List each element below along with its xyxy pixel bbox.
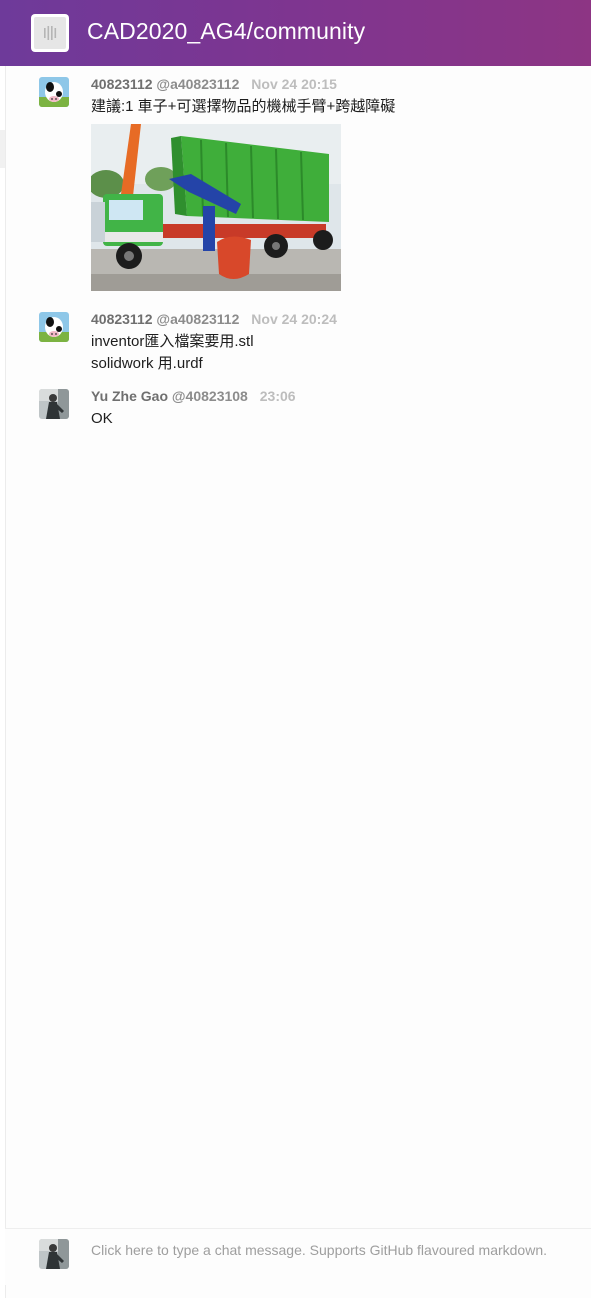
sidebar-tab[interactable] bbox=[0, 130, 5, 168]
sender-name[interactable]: 40823112 bbox=[91, 76, 153, 92]
message-text: OK bbox=[91, 410, 113, 427]
sender-username[interactable]: @a40823112 bbox=[156, 76, 239, 92]
message-text-line: solidwork 用.urdf bbox=[91, 355, 203, 372]
message-timestamp[interactable]: Nov 24 20:24 bbox=[251, 311, 337, 327]
room-avatar[interactable] bbox=[31, 14, 69, 52]
person-avatar-icon[interactable] bbox=[39, 389, 69, 419]
sender-name[interactable]: 40823112 bbox=[91, 311, 153, 327]
message-header: Yu Zhe Gao @40823108 23:06 bbox=[91, 388, 296, 404]
cow-avatar-icon[interactable] bbox=[39, 77, 69, 107]
truck-photo-attachment[interactable] bbox=[91, 124, 341, 291]
message-timestamp[interactable]: Nov 24 20:15 bbox=[251, 76, 337, 92]
room-header: CAD2020_AG4/community bbox=[0, 0, 591, 66]
chat-message-input[interactable]: Click here to type a chat message. Suppo… bbox=[91, 1242, 547, 1258]
message-header: 40823112 @a40823112 Nov 24 20:15 bbox=[91, 76, 337, 92]
chat-window: CAD2020_AG4/community 40823112 @a4082311… bbox=[0, 0, 591, 1298]
person-avatar-icon bbox=[39, 1239, 69, 1269]
chat-composer: Click here to type a chat message. Suppo… bbox=[5, 1228, 591, 1285]
room-title[interactable]: CAD2020_AG4/community bbox=[87, 18, 365, 45]
left-sidebar-edge bbox=[0, 66, 6, 1298]
sender-username[interactable]: @40823108 bbox=[172, 388, 248, 404]
cow-avatar-icon[interactable] bbox=[39, 312, 69, 342]
message-text-line: inventor匯入檔案要用.stl bbox=[91, 333, 254, 350]
sender-username[interactable]: @a40823112 bbox=[156, 311, 239, 327]
gitter-logo-icon bbox=[44, 26, 57, 40]
message-text: 建議:1 車子+可選擇物品的機械手臂+跨越障礙 bbox=[91, 98, 396, 115]
sender-name[interactable]: Yu Zhe Gao bbox=[91, 388, 168, 404]
message-timestamp[interactable]: 23:06 bbox=[260, 388, 296, 404]
message-header: 40823112 @a40823112 Nov 24 20:24 bbox=[91, 311, 337, 327]
